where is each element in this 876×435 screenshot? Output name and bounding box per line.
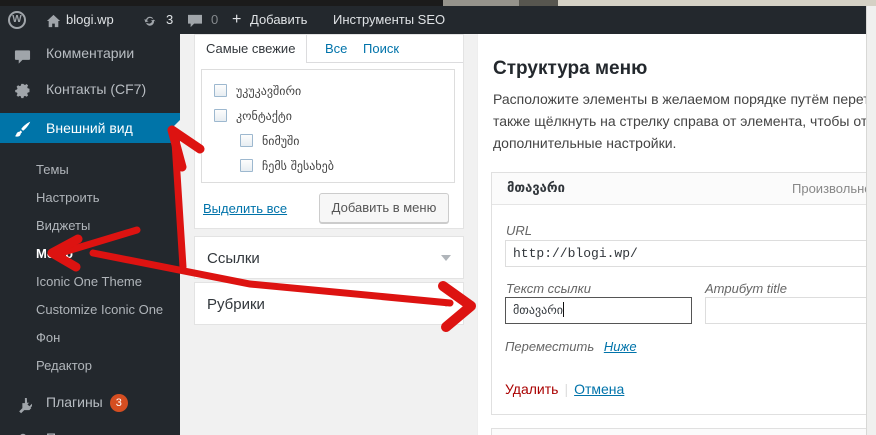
submenu-item-customize[interactable]: Настроить <box>0 184 180 212</box>
separator: | <box>564 381 569 397</box>
plus-icon[interactable]: + <box>232 6 241 34</box>
menu-item-name: მთავარი <box>507 181 565 196</box>
submenu-item-menus[interactable]: Меню <box>0 240 180 268</box>
sidebar-item-label: Комментарии <box>46 45 135 61</box>
submenu-item-themes[interactable]: Темы <box>0 156 180 184</box>
page-checklist-item: კონტაქტი <box>202 104 454 129</box>
move-label: Переместить <box>505 339 595 354</box>
admin-bar: W blogi.wp 3 0 + Добавить Инструменты SE… <box>0 6 866 34</box>
next-menu-item-edge <box>491 428 866 435</box>
delete-link[interactable]: Удалить <box>505 381 558 397</box>
title-attribute-input[interactable] <box>705 297 866 324</box>
page-label: ნიმუში <box>262 134 300 148</box>
browser-scrollbar[interactable] <box>866 6 876 435</box>
page-checklist-item: უკუკავშირი <box>202 79 454 104</box>
sidebar-item-comments[interactable]: Комментарии <box>0 36 180 70</box>
page-label: უკუკავშირი <box>236 84 302 98</box>
updates-count[interactable]: 3 <box>166 6 173 34</box>
plugin-icon <box>14 392 34 414</box>
submenu-item-customize-iconic-one[interactable]: Customize Iconic One <box>0 296 180 324</box>
tab-search[interactable]: Поиск <box>363 35 399 63</box>
menu-structure-description: Расположите элементы в желаемом порядке … <box>493 88 866 154</box>
appearance-submenu: Темы Настроить Виджеты Меню Iconic One T… <box>0 156 180 380</box>
menu-item-type: Произвольное <box>792 181 866 196</box>
paintbrush-icon <box>14 118 34 138</box>
comment-icon <box>14 43 34 64</box>
add-to-menu-button[interactable]: Добавить в меню <box>319 193 449 223</box>
chevron-down-icon <box>441 301 451 307</box>
move-row: Переместить Ниже <box>505 339 637 354</box>
link-text-value: მთავარი <box>513 303 563 317</box>
plugins-label: Плагины <box>46 394 103 410</box>
admin-sidebar: Комментарии Контакты (CF7) Внешний вид Т… <box>0 34 180 435</box>
submenu-item-iconic-one-theme[interactable]: Iconic One Theme <box>0 268 180 296</box>
accordion-label: Ссылки <box>207 250 260 267</box>
categories-accordion[interactable]: Рубрики <box>194 282 464 325</box>
home-icon[interactable] <box>46 6 61 34</box>
menu-item-handle[interactable]: მთავარი Произвольное <box>492 173 866 205</box>
checkbox[interactable] <box>214 109 227 122</box>
checkbox[interactable] <box>214 84 227 97</box>
page-label: ჩემს შესახებ <box>262 159 334 173</box>
select-all-link[interactable]: Выделить все <box>203 201 287 216</box>
description-line: также щёлкнуть на стрелку справа от элем… <box>493 113 866 129</box>
new-content-link[interactable]: Добавить <box>250 6 307 34</box>
menu-item-editor: მთავარი Произвольное URL http://blogi.wp… <box>491 172 866 415</box>
site-name-link[interactable]: blogi.wp <box>66 6 114 34</box>
wordpress-logo-icon[interactable]: W <box>8 11 26 29</box>
page-checklist-item: ჩემს შესახებ <box>202 154 454 179</box>
title-attribute-label: Атрибут title <box>705 281 788 296</box>
page-label: კონტაქტი <box>236 109 292 123</box>
comments-count[interactable]: 0 <box>211 6 218 34</box>
text-cursor <box>562 302 564 317</box>
plugins-update-badge: 3 <box>109 394 128 413</box>
sidebar-item-users[interactable]: Пользователи <box>0 421 180 435</box>
move-down-link[interactable]: Ниже <box>604 339 637 354</box>
sidebar-item-label: Внешний вид <box>46 120 133 136</box>
seo-tools-link[interactable]: Инструменты SEO <box>333 6 445 34</box>
tab-view-all[interactable]: Все <box>325 35 347 63</box>
url-label: URL <box>506 223 533 238</box>
comments-bubble-icon[interactable] <box>187 6 203 34</box>
submenu-item-editor[interactable]: Редактор <box>0 352 180 380</box>
link-text-input[interactable]: მთავარი <box>505 297 692 324</box>
page-title: Структура меню <box>493 58 648 79</box>
tab-most-recent[interactable]: Самые свежие <box>195 35 308 63</box>
sidebar-item-label: Контакты (CF7) <box>46 81 147 97</box>
active-item-notch <box>172 120 180 136</box>
submenu-item-widgets[interactable]: Виджеты <box>0 212 180 240</box>
add-pages-panel: Самые свежие Все Поиск უკუკავშირი კონტაქ… <box>194 34 464 229</box>
user-icon <box>14 428 34 435</box>
sidebar-item-contacts[interactable]: Контакты (CF7) <box>0 72 180 106</box>
chevron-down-icon <box>441 255 451 261</box>
page-checklist-item: ნიმუში <box>202 129 454 154</box>
sidebar-item-label: Пользователи <box>46 421 137 435</box>
pages-tabs: Самые свежие Все Поиск <box>195 35 463 63</box>
description-line: Расположите элементы в желаемом порядке … <box>493 91 866 107</box>
url-input[interactable]: http://blogi.wp/ <box>505 240 866 267</box>
menu-structure-panel: Структура меню Расположите элементы в же… <box>477 34 866 435</box>
cancel-link[interactable]: Отмена <box>574 381 624 397</box>
link-text-label: Текст ссылки <box>506 281 591 296</box>
item-actions: Удалить | Отмена <box>505 381 624 397</box>
pages-checklist: უკუკავშირი კონტაქტი ნიმუში ჩემს შესახებ <box>201 69 455 183</box>
sidebar-item-label: Плагины 3 <box>46 385 128 419</box>
sidebar-item-appearance[interactable]: Внешний вид <box>0 113 180 143</box>
sidebar-item-plugins[interactable]: Плагины 3 <box>0 385 180 419</box>
accordion-label: Рубрики <box>207 296 265 313</box>
submenu-item-background[interactable]: Фон <box>0 324 180 352</box>
gear-icon <box>14 79 34 99</box>
checkbox[interactable] <box>240 159 253 172</box>
checkbox[interactable] <box>240 134 253 147</box>
updates-icon[interactable] <box>142 6 158 34</box>
description-line: дополнительные настройки. <box>493 135 677 151</box>
links-accordion[interactable]: Ссылки <box>194 236 464 279</box>
